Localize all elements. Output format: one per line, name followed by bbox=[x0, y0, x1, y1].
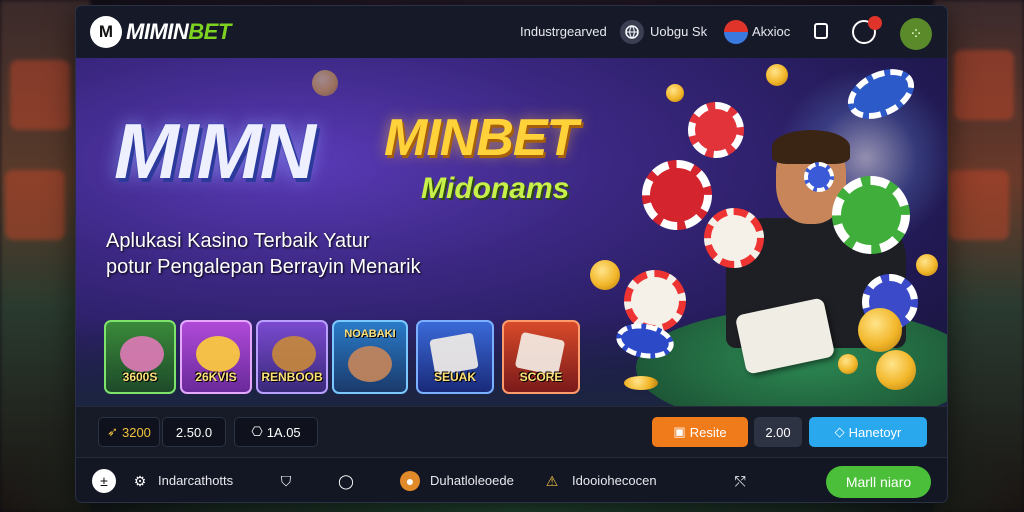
chat-icon[interactable]: ◯ bbox=[336, 471, 356, 491]
nav-item-1[interactable]: Indarcathotts bbox=[158, 473, 233, 488]
brand-logo[interactable]: M MIMINBET bbox=[90, 16, 231, 48]
arrow-icon: ➶ bbox=[107, 424, 118, 439]
dealer-hair bbox=[772, 130, 850, 164]
coin bbox=[666, 84, 684, 102]
menu-button[interactable]: ⁘ bbox=[900, 18, 932, 50]
coin bbox=[858, 308, 902, 352]
brand-name-green: BET bbox=[188, 19, 231, 44]
header-link-3[interactable]: Akxioc bbox=[752, 24, 790, 39]
header-link-2[interactable]: Uobgu Sk bbox=[650, 24, 707, 39]
coin bbox=[916, 254, 938, 276]
game-tile[interactable]: SEUAK bbox=[416, 320, 494, 394]
chip-green bbox=[832, 176, 910, 254]
hero-title: MIMN bbox=[114, 107, 316, 195]
nav-item-3[interactable]: Idooiohecocen bbox=[572, 473, 657, 488]
share-icon[interactable]: ⤲ bbox=[730, 471, 750, 491]
medal-icon[interactable]: ● bbox=[400, 471, 420, 491]
plus-icon[interactable]: ± bbox=[92, 469, 116, 493]
lock-icon: ⎔ bbox=[251, 424, 263, 439]
balance-value-2: 2.50.0 bbox=[175, 424, 213, 440]
game-tile[interactable]: SCORE bbox=[502, 320, 580, 394]
bet-value[interactable]: 2.00 bbox=[754, 417, 802, 447]
top-header: M MIMINBET Industrgearved Uobgu Sk Akxio… bbox=[76, 6, 947, 58]
balance-field-2[interactable]: 2.50.0 bbox=[162, 417, 226, 447]
game-tile[interactable]: 3600S bbox=[104, 320, 176, 394]
game-tile[interactable]: RENBOOB bbox=[256, 320, 328, 394]
grid-dots-icon: ⁘ bbox=[909, 26, 923, 43]
chip-red bbox=[688, 102, 744, 158]
hero-brand-title: MINBET bbox=[384, 109, 578, 167]
diamond-icon: ◇ bbox=[834, 424, 845, 439]
auto-button[interactable]: ◇ Hanetoyr bbox=[809, 417, 927, 447]
brand-name: MIMINBET bbox=[126, 19, 231, 45]
coin bbox=[624, 376, 658, 390]
chip-white bbox=[704, 208, 764, 268]
logo-icon: M bbox=[90, 16, 122, 48]
game-tile-label: SCORE bbox=[519, 370, 563, 384]
game-tile-label: 26KVIS bbox=[195, 370, 237, 384]
game-art bbox=[348, 346, 392, 382]
shield-icon[interactable]: ⛉ bbox=[276, 471, 296, 491]
globe-icon[interactable] bbox=[620, 20, 644, 44]
game-tile[interactable]: NOABAKI bbox=[332, 320, 408, 394]
coin bbox=[876, 350, 916, 390]
nav-item-2[interactable]: Duhatloleoede bbox=[430, 473, 514, 488]
game-tile-label: SEUAK bbox=[433, 370, 476, 384]
trophy-icon[interactable]: ⚠ bbox=[542, 471, 562, 491]
chip-red-large bbox=[642, 160, 712, 230]
cta-button[interactable]: Marll niaro bbox=[826, 466, 931, 498]
chip-small-blue bbox=[804, 162, 834, 192]
balance-field-3[interactable]: ⎔ 1A.05 bbox=[234, 417, 318, 447]
app-window: M MIMINBET Industrgearved Uobgu Sk Akxio… bbox=[76, 6, 947, 502]
settings-icon[interactable]: ⚙ bbox=[130, 471, 150, 491]
coin bbox=[590, 260, 620, 290]
reset-button[interactable]: ▣ Resite bbox=[652, 417, 748, 447]
coin bbox=[838, 354, 858, 374]
notification-bell-icon[interactable] bbox=[852, 16, 882, 44]
control-bar: ➶ 3200 2.50.0 ⎔ 1A.05 ▣ Resite 2.00 ◇ Ha… bbox=[76, 406, 947, 457]
coin bbox=[312, 70, 338, 96]
game-tile-label: 3600S bbox=[122, 370, 158, 384]
game-tile-label: NOABAKI bbox=[344, 328, 396, 340]
hero-tagline-1: Aplukasi Kasino Terbaik Yatur bbox=[106, 230, 370, 252]
balance-field-1[interactable]: ➶ 3200 bbox=[98, 417, 160, 447]
game-tile[interactable]: 26KVIS bbox=[180, 320, 252, 394]
brand-name-white: MIMIN bbox=[126, 19, 189, 44]
reset-button-label: Resite bbox=[689, 424, 727, 440]
bottom-nav: ± ⚙ Indarcathotts ⛉ ◯ ● Duhatloleoede ⚠ … bbox=[76, 457, 947, 502]
reset-icon: ▣ bbox=[673, 424, 686, 439]
notification-badge bbox=[868, 16, 882, 30]
hero-banner[interactable]: MIMN MINBET Midonams Aplukasi Kasino Ter… bbox=[76, 58, 947, 406]
flag-icon[interactable] bbox=[724, 20, 748, 44]
game-art bbox=[272, 336, 316, 372]
coin bbox=[766, 64, 788, 86]
game-art bbox=[196, 336, 240, 372]
balance-value-1: 3200 bbox=[121, 424, 151, 440]
hero-tagline-2: potur Pengalepan Berrayin Menarik bbox=[106, 256, 421, 278]
header-link-1[interactable]: Industrgearved bbox=[520, 24, 607, 39]
game-art bbox=[120, 336, 164, 372]
balance-value-3: 1A.05 bbox=[266, 424, 301, 440]
hero-subtitle: Midonams bbox=[421, 172, 570, 205]
wallet-icon[interactable] bbox=[814, 23, 828, 39]
game-tile-label: RENBOOB bbox=[261, 370, 323, 384]
auto-button-label: Hanetoyr bbox=[848, 424, 902, 440]
